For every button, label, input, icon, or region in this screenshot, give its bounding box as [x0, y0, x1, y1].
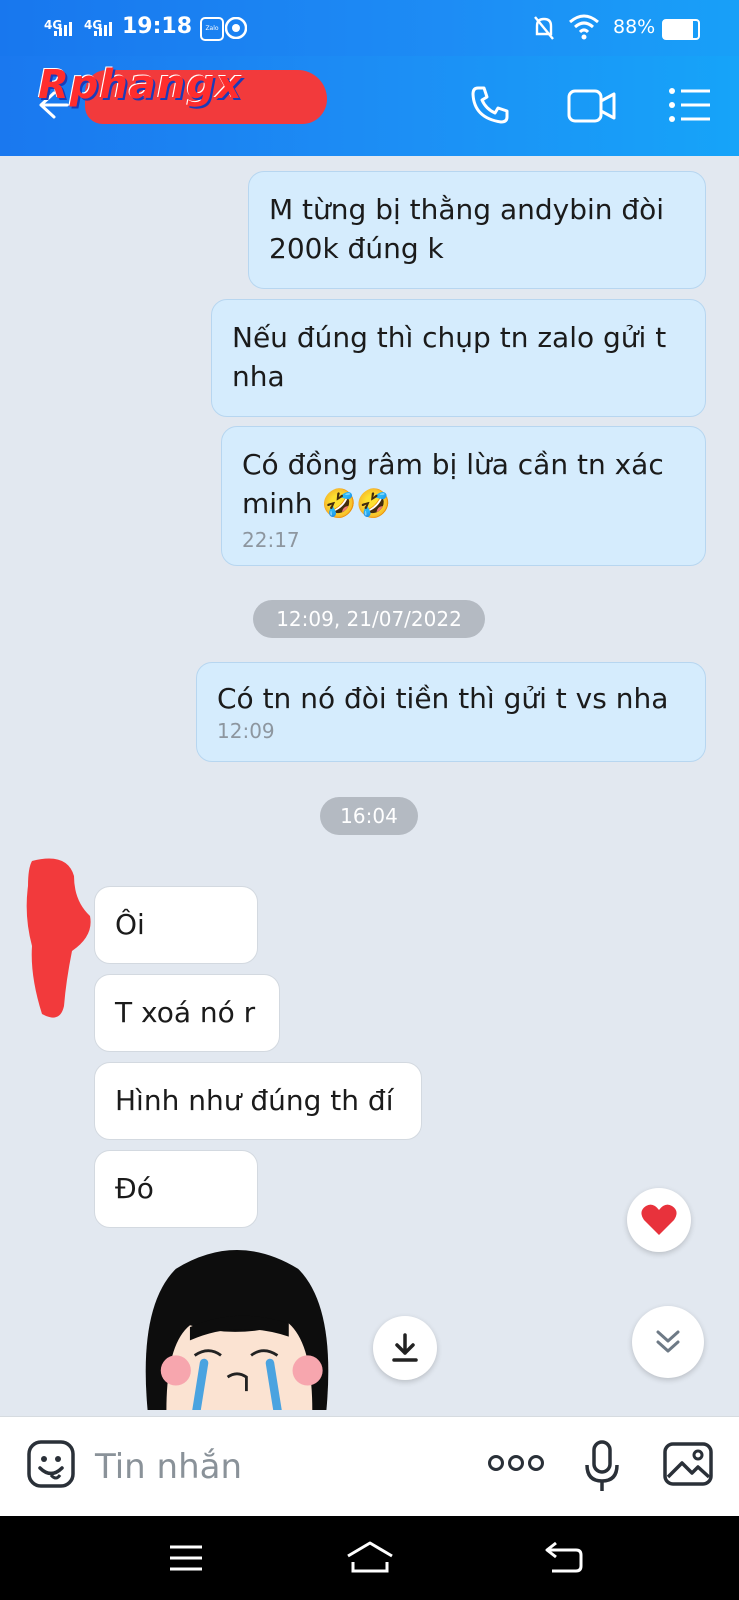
scroll-down-button[interactable]	[632, 1306, 704, 1378]
message-input[interactable]: Tin nhắn	[95, 1447, 242, 1487]
download-button[interactable]	[373, 1316, 437, 1380]
incoming-message[interactable]: T xoá nó r	[94, 974, 280, 1052]
sticker-face-icon[interactable]	[26, 1439, 76, 1489]
status-bar: 4G 4G 19:18 Zalo 88%	[0, 0, 739, 56]
crying-girl-sticker[interactable]	[132, 1250, 342, 1410]
heart-reaction-button[interactable]	[627, 1188, 691, 1252]
home-icon[interactable]	[345, 1540, 395, 1574]
microphone-icon[interactable]	[583, 1439, 621, 1495]
system-nav-bar	[0, 1516, 739, 1600]
more-dots-icon[interactable]	[487, 1453, 545, 1473]
double-chevron-down-icon	[656, 1330, 680, 1353]
download-icon	[392, 1333, 418, 1362]
list-menu-icon[interactable]	[668, 86, 712, 124]
incoming-message[interactable]: Ôi	[94, 886, 258, 964]
image-icon[interactable]	[662, 1441, 714, 1487]
message-input-bar: Tin nhắn	[0, 1416, 739, 1517]
chrome-icon	[225, 17, 247, 39]
incoming-message[interactable]: Hình như đúng th đí	[94, 1062, 422, 1140]
signal-icon-2	[94, 22, 112, 36]
zalo-notification-icon: Zalo	[200, 17, 224, 41]
outgoing-message[interactable]: Có tn nó đòi tiền thì gửi t vs nha 12:09	[196, 662, 706, 762]
avatar-redaction	[26, 858, 91, 1018]
battery-percent: 88%	[613, 16, 656, 38]
incoming-message[interactable]: Đó	[94, 1150, 258, 1228]
battery-icon	[662, 19, 700, 40]
outgoing-message[interactable]: Có đồng râm bị lừa cần tn xác minh 🤣🤣 22…	[221, 426, 706, 566]
video-camera-icon[interactable]	[566, 86, 618, 126]
contact-name[interactable]: Rphangx	[38, 62, 243, 108]
outgoing-message[interactable]: Nếu đúng thì chụp tn zalo gửi t nha	[211, 299, 706, 417]
date-separator: 16:04	[320, 797, 418, 835]
back-nav-icon[interactable]	[544, 1540, 584, 1574]
phone-icon[interactable]	[468, 83, 512, 127]
message-time: 22:17	[242, 528, 300, 552]
recent-apps-icon[interactable]	[168, 1544, 204, 1572]
heart-icon	[641, 1204, 677, 1235]
status-time: 19:18	[122, 14, 193, 39]
mute-notification-icon	[534, 16, 554, 40]
date-separator: 12:09, 21/07/2022	[253, 600, 485, 638]
message-time: 12:09	[217, 719, 275, 743]
signal-icon	[54, 22, 72, 36]
wifi-icon	[569, 14, 599, 40]
outgoing-message[interactable]: M từng bị thằng andybin đòi 200k đúng k	[248, 171, 706, 289]
chat-area[interactable]: M từng bị thằng andybin đòi 200k đúng k …	[0, 156, 739, 1416]
